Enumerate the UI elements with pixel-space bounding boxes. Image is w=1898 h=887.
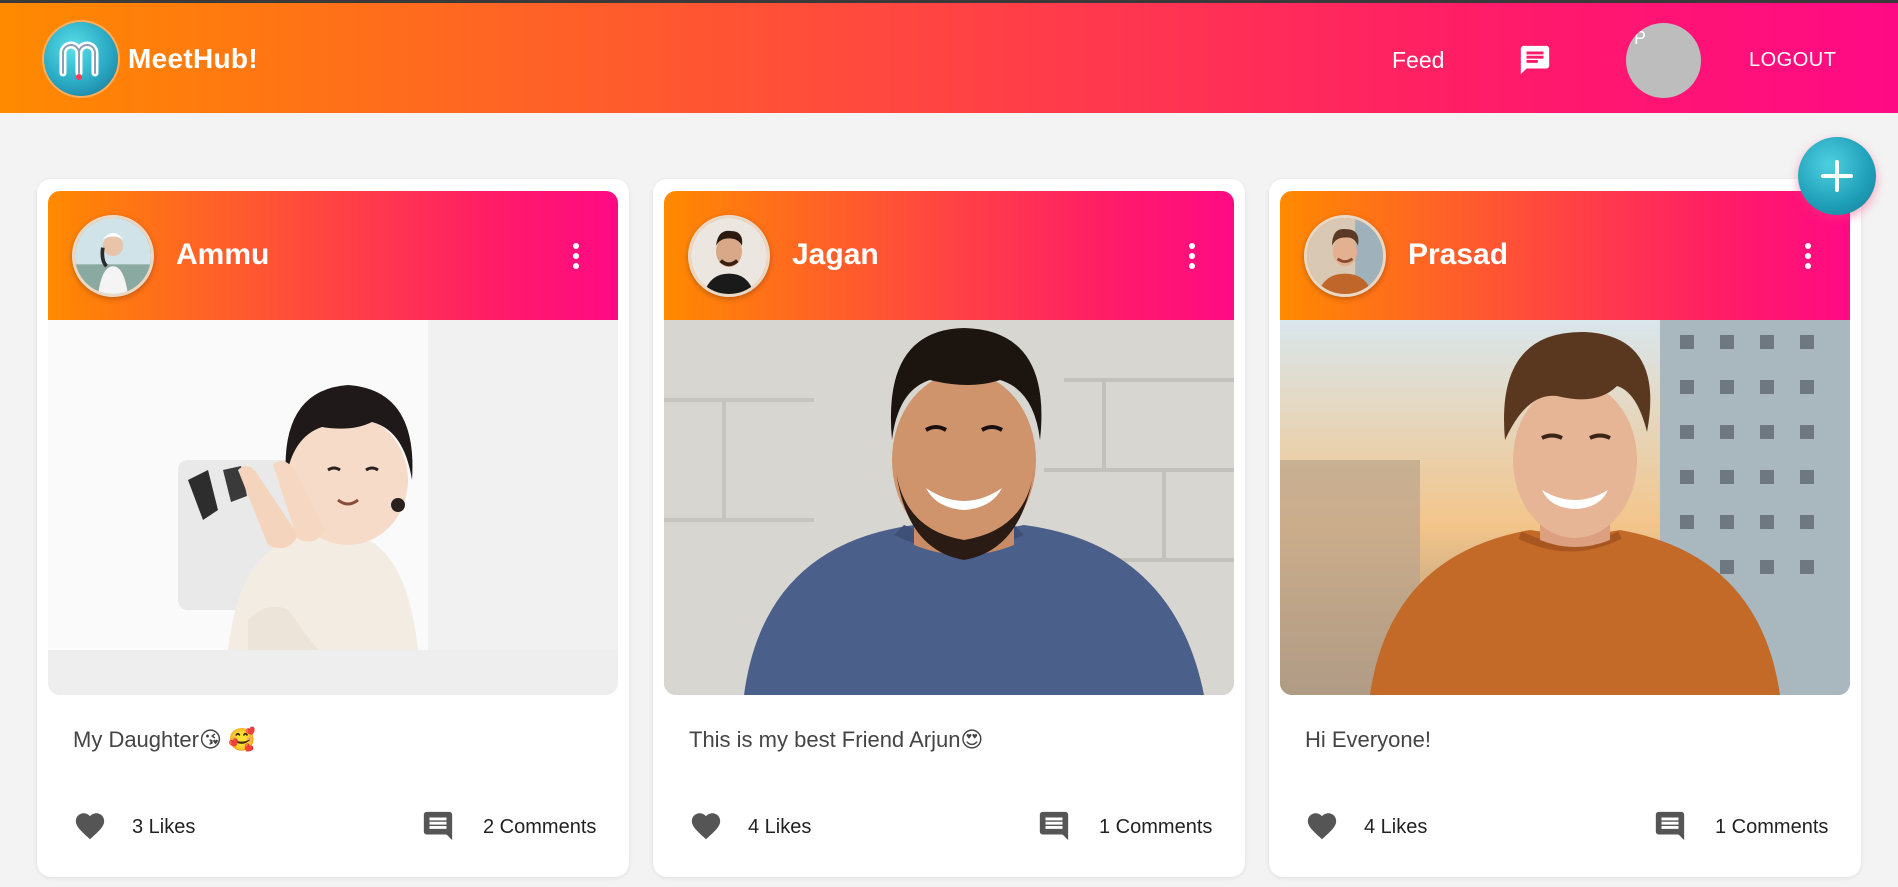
comments-count[interactable]: 2 Comments: [483, 816, 596, 839]
author-name[interactable]: Ammu: [176, 238, 269, 272]
post-card: Prasad Hi Everyone! 4 Likes 1 Comments: [1269, 179, 1861, 877]
post-caption: My Daughter😘 🥰: [73, 727, 256, 752]
post-card: Jagan This is my best Friend Arjun😍 4 Li…: [653, 179, 1245, 877]
author-name[interactable]: Jagan: [792, 238, 879, 272]
heart-icon[interactable]: [1304, 809, 1340, 843]
post-image[interactable]: [48, 320, 618, 695]
comment-icon[interactable]: [1653, 809, 1687, 843]
post-caption: Hi Everyone!: [1305, 727, 1431, 752]
add-post-button[interactable]: [1798, 137, 1876, 215]
comment-icon[interactable]: [421, 809, 455, 843]
app-name: MeetHub!: [128, 43, 258, 74]
likes-count: 4 Likes: [748, 816, 812, 838]
likes-count: 4 Likes: [1364, 816, 1428, 838]
top-navbar: MeetHub! Feed P LOGOUT: [0, 0, 1898, 113]
logo-icon: [44, 22, 118, 96]
nav-feed-link[interactable]: Feed: [1392, 47, 1444, 74]
chat-icon[interactable]: [1518, 43, 1552, 77]
heart-icon[interactable]: [72, 809, 108, 843]
more-options-icon[interactable]: [1184, 241, 1200, 271]
plus-icon: [1821, 160, 1853, 192]
brand-logo[interactable]: MeetHub!: [44, 22, 258, 96]
post-header: Prasad: [1280, 191, 1850, 320]
comment-icon[interactable]: [1037, 809, 1071, 843]
post-image[interactable]: [1280, 320, 1850, 695]
avatar-initial: P: [1634, 28, 1647, 48]
comments-count[interactable]: 1 Comments: [1099, 816, 1212, 839]
more-options-icon[interactable]: [1800, 241, 1816, 271]
comments-count[interactable]: 1 Comments: [1715, 816, 1828, 839]
post-header: Jagan: [664, 191, 1234, 320]
author-avatar[interactable]: [72, 215, 154, 297]
author-avatar[interactable]: [1304, 215, 1386, 297]
author-name[interactable]: Prasad: [1408, 238, 1508, 272]
heart-icon[interactable]: [688, 809, 724, 843]
user-avatar[interactable]: P: [1626, 23, 1701, 98]
post-caption: This is my best Friend Arjun😍: [689, 727, 984, 752]
post-card: Ammu My Daughter😘 🥰 3 Likes 2 Comments: [37, 179, 629, 877]
post-image[interactable]: [664, 320, 1234, 695]
logout-button[interactable]: LOGOUT: [1749, 49, 1836, 72]
author-avatar[interactable]: [688, 215, 770, 297]
post-header: Ammu: [48, 191, 618, 320]
likes-count: 3 Likes: [132, 816, 196, 838]
more-options-icon[interactable]: [568, 241, 584, 271]
